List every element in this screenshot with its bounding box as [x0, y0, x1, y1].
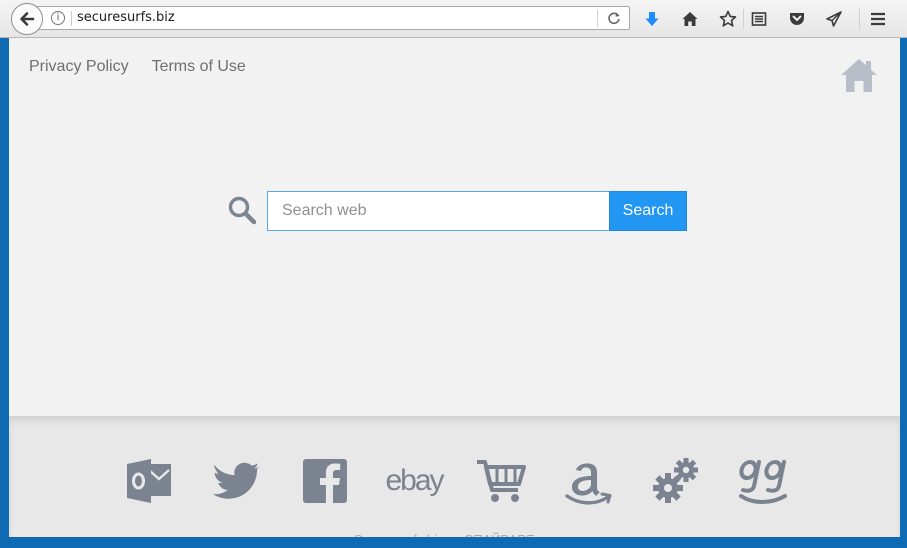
home-icon[interactable] — [839, 56, 879, 96]
top-links: Privacy Policy Terms of Use — [29, 58, 246, 76]
home-icon[interactable] — [679, 8, 701, 30]
facebook-shortcut[interactable] — [299, 456, 351, 506]
menu-icon[interactable] — [867, 8, 889, 30]
shortcuts-bar: ebay — [9, 416, 900, 547]
pocket-icon[interactable] — [786, 8, 808, 30]
ebay-shortcut[interactable]: ebay — [379, 456, 449, 506]
twitter-shortcut[interactable] — [211, 456, 263, 506]
send-icon[interactable] — [823, 8, 845, 30]
amazon-shortcut[interactable] — [562, 456, 614, 506]
download-icon[interactable] — [641, 8, 663, 30]
browser-toolbar: i securesurfs.biz — [0, 0, 907, 38]
toolbar-separator — [743, 9, 744, 29]
toolbar-separator — [859, 9, 860, 29]
search-input[interactable] — [267, 191, 610, 231]
address-bar[interactable]: i securesurfs.biz — [30, 6, 630, 30]
info-icon[interactable]: i — [51, 11, 65, 25]
ebay-logo: ebay — [385, 464, 444, 497]
twitter-icon — [213, 462, 260, 499]
desktop-strip — [0, 537, 907, 548]
cart-icon — [477, 460, 526, 502]
back-arrow-icon — [20, 12, 35, 26]
outlook-shortcut[interactable] — [123, 456, 175, 506]
reading-list-icon[interactable] — [748, 8, 770, 30]
amazon-icon — [565, 463, 612, 505]
terms-of-use-link[interactable]: Terms of Use — [152, 58, 246, 76]
star-icon[interactable] — [717, 8, 739, 30]
reload-separator — [597, 10, 598, 27]
shopping-shortcut[interactable] — [475, 456, 527, 506]
url-text[interactable]: securesurfs.biz — [77, 10, 175, 25]
google-shortcut[interactable] — [737, 456, 789, 506]
settings-shortcut[interactable] — [650, 456, 702, 506]
search-button[interactable]: Search — [609, 191, 687, 231]
outlook-icon — [127, 459, 171, 503]
reload-icon[interactable] — [606, 10, 622, 26]
back-button[interactable] — [11, 3, 43, 35]
url-separator — [71, 11, 72, 26]
page-content: Privacy Policy Terms of Use Search — [9, 38, 900, 416]
facebook-icon — [303, 459, 347, 503]
privacy-policy-link[interactable]: Privacy Policy — [29, 58, 129, 76]
gears-icon — [653, 458, 698, 503]
google-icon — [739, 460, 787, 504]
search-icon — [228, 196, 257, 225]
